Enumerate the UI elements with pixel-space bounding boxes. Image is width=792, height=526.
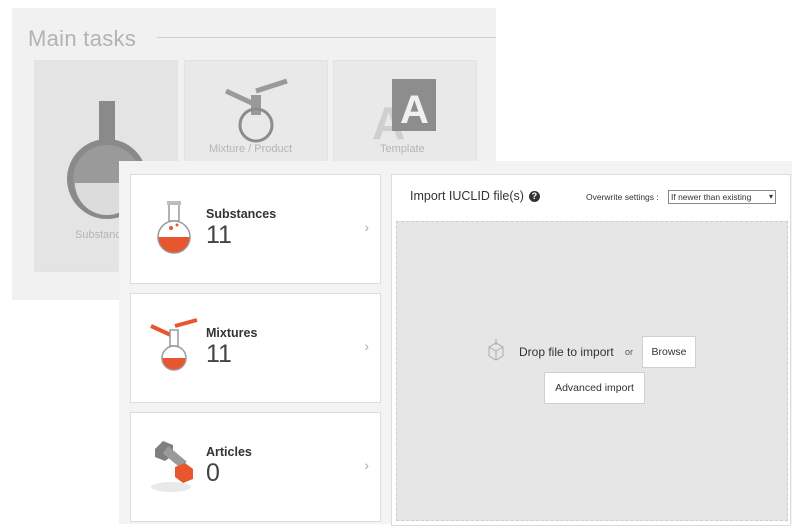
overwrite-settings-select[interactable]: If newer than existing ▾ — [668, 190, 776, 204]
card-articles[interactable]: Articles 0 › — [130, 412, 381, 522]
card-substances[interactable]: Substances 11 › — [130, 174, 381, 284]
tile-template-label: Template — [380, 143, 425, 155]
overwrite-settings-label: Overwrite settings : — [586, 192, 659, 202]
tile-template[interactable]: A A Template — [333, 60, 477, 162]
overwrite-settings-value: If newer than existing — [671, 192, 752, 202]
divider — [157, 37, 496, 38]
mixture-flask-icon — [150, 318, 198, 371]
main-tasks-title: Main tasks — [28, 26, 137, 51]
import-title: Import IUCLID file(s)? — [410, 189, 540, 203]
advanced-import-button[interactable]: Advanced import — [544, 372, 645, 404]
mixture-flask-icon — [224, 78, 288, 143]
tile-mixture-label: Mixture / Product — [209, 143, 293, 155]
chevron-right-icon: › — [364, 219, 369, 235]
import-panel: Import IUCLID file(s)? Overwrite setting… — [391, 174, 791, 526]
help-icon[interactable]: ? — [528, 191, 540, 202]
chevron-right-icon: › — [364, 457, 369, 473]
svg-text:A: A — [400, 88, 429, 132]
card-mixtures-name: Mixtures — [206, 326, 258, 340]
template-icon: A A — [372, 79, 436, 143]
or-text: or — [625, 347, 634, 357]
card-substances-count: 11 — [206, 221, 232, 249]
flask-icon — [157, 201, 191, 254]
card-substances-name: Substances — [206, 207, 277, 221]
file-drop-zone[interactable]: Drop file to import or Browse Advanced i… — [396, 221, 788, 521]
card-articles-count: 0 — [206, 459, 220, 487]
drop-file-text: Drop file to import — [519, 345, 614, 359]
import-title-text: Import IUCLID file(s) — [410, 189, 524, 203]
chevron-down-icon: ▾ — [768, 192, 773, 201]
dashboard-panel: Substances 11 › Mixtures 11 › Articles 0… — [119, 161, 792, 526]
bolt-nut-icon — [151, 441, 193, 492]
upload-box-icon — [488, 339, 504, 361]
card-mixtures[interactable]: Mixtures 11 › — [130, 293, 381, 403]
browse-button[interactable]: Browse — [642, 336, 696, 368]
card-articles-name: Articles — [206, 445, 252, 459]
tile-mixture-product[interactable]: Mixture / Product — [184, 60, 328, 162]
chevron-right-icon: › — [364, 338, 369, 354]
card-mixtures-count: 11 — [206, 340, 232, 368]
